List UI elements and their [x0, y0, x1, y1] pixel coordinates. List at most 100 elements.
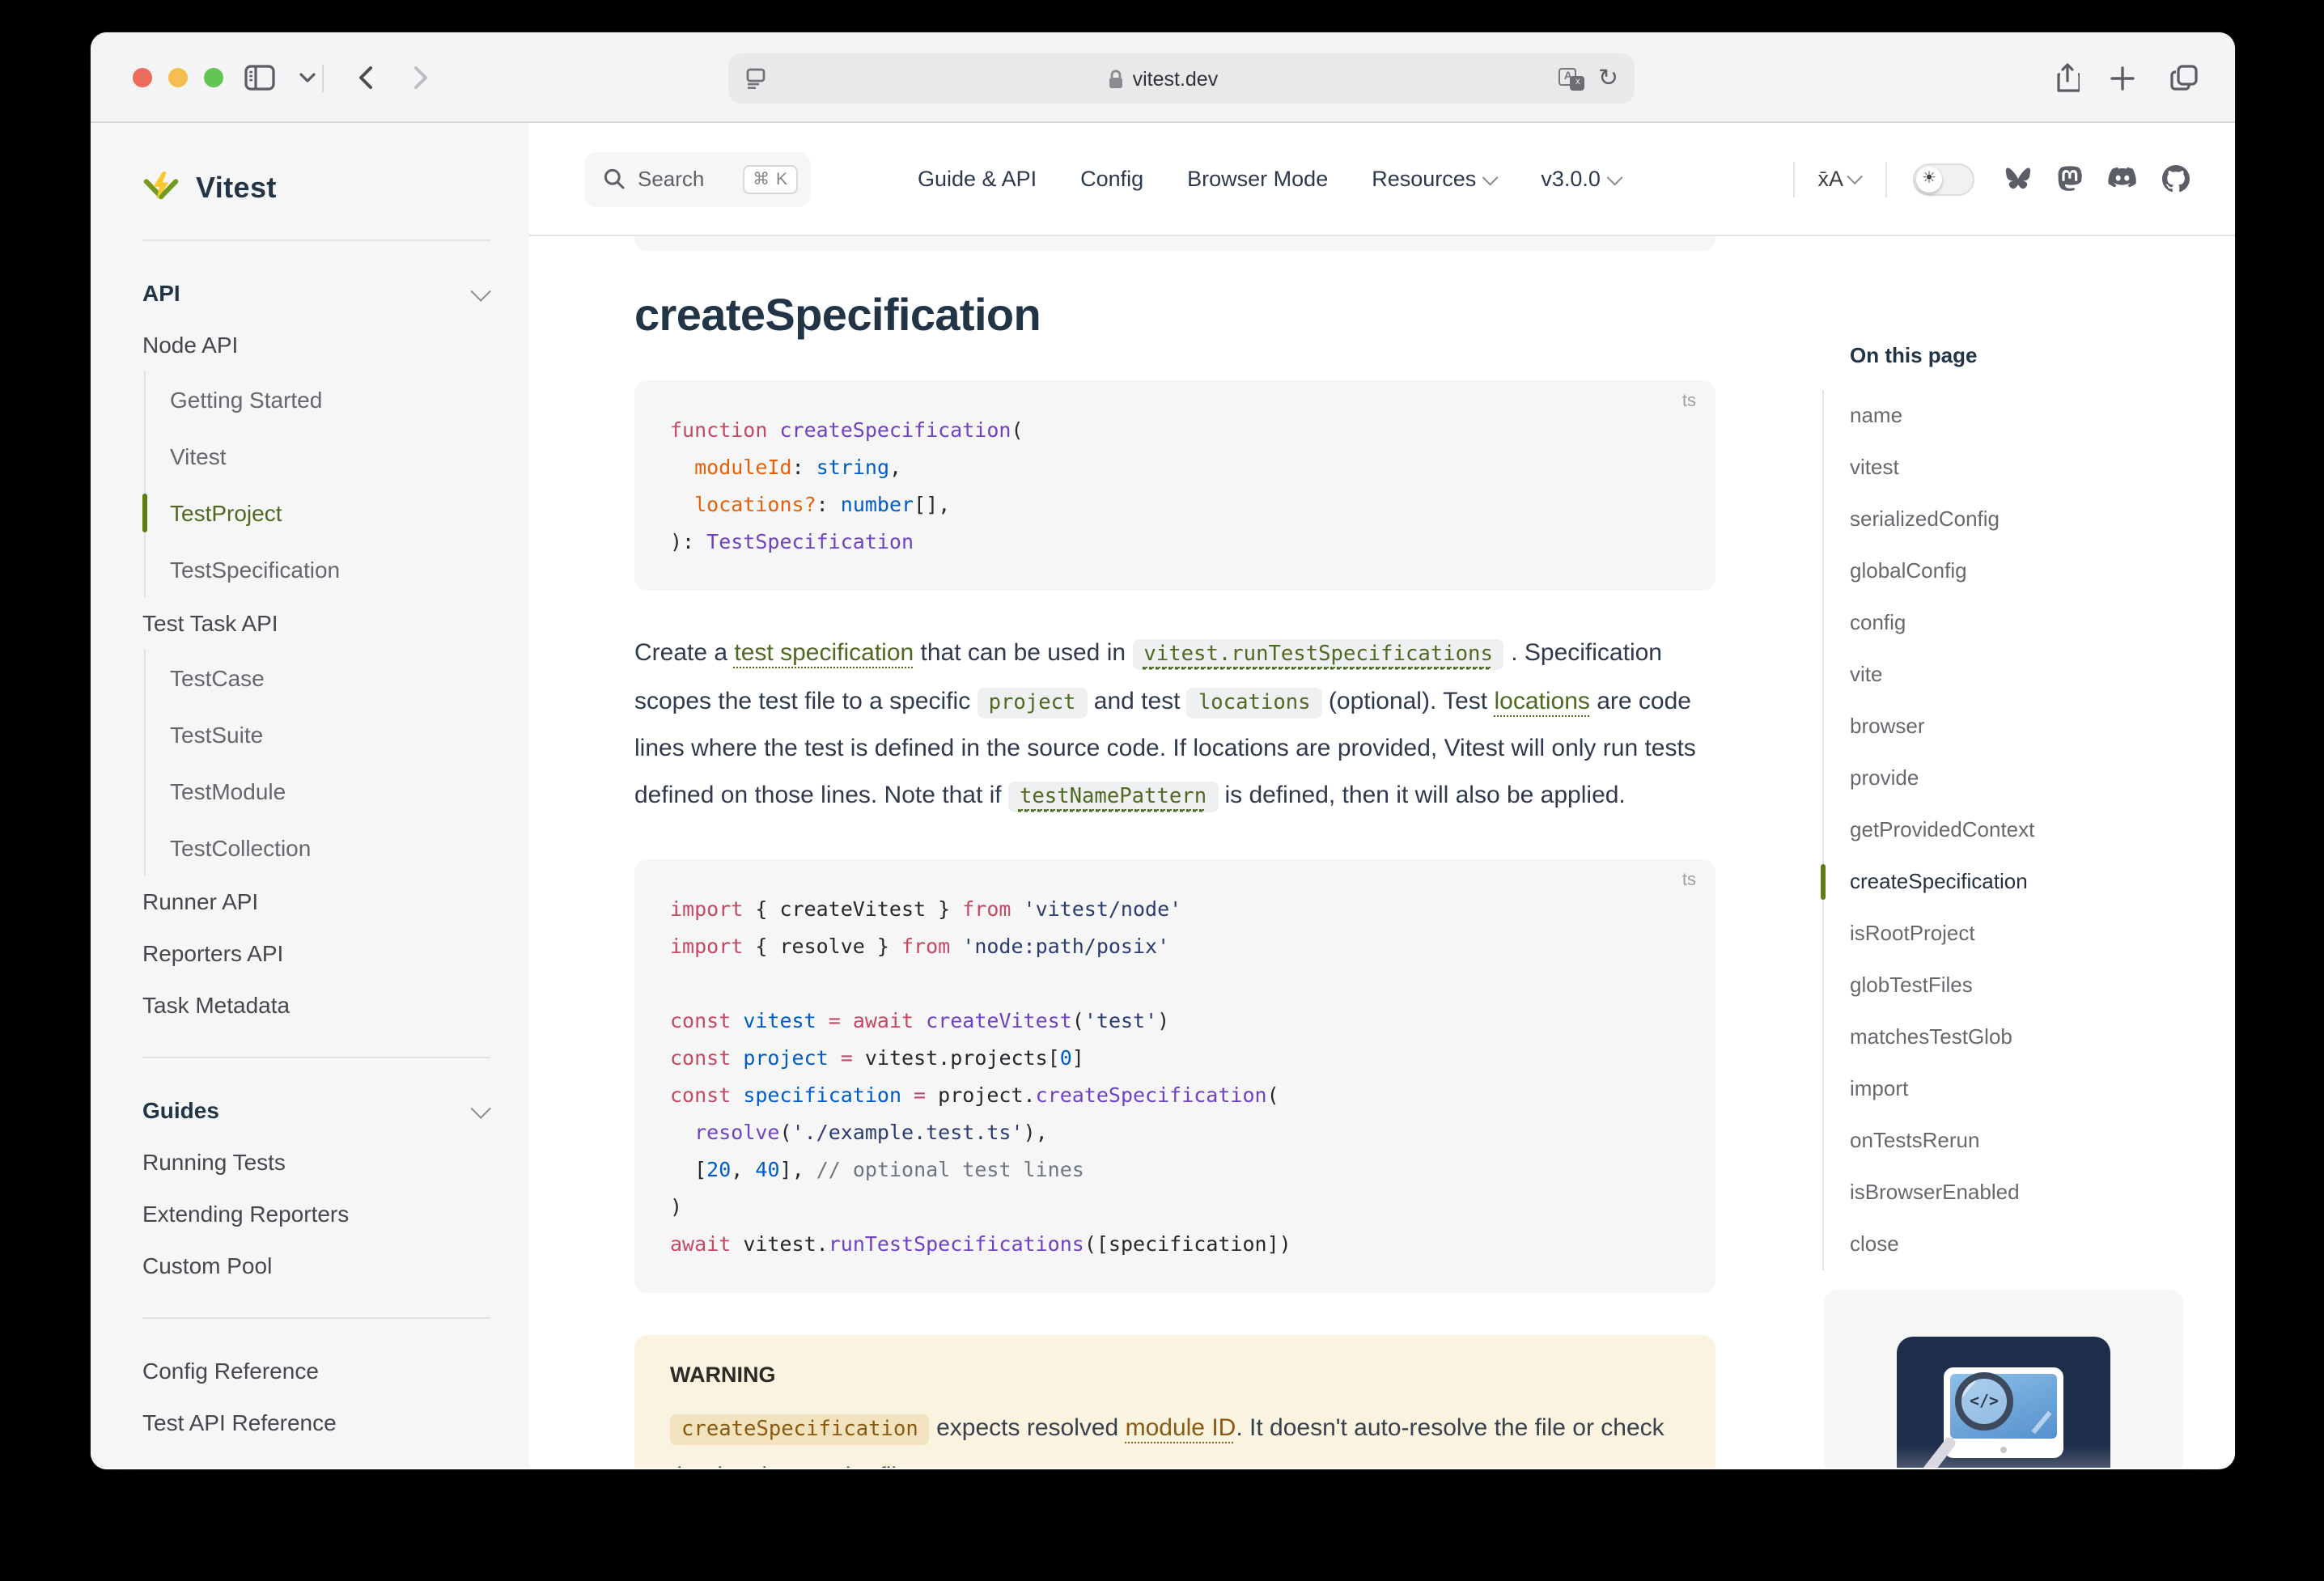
- toc-item-provide[interactable]: provide: [1824, 752, 2198, 804]
- forward-button[interactable]: [398, 55, 443, 100]
- sidebar-divider: [142, 1057, 490, 1058]
- nav-link-label: Guide & API: [918, 167, 1037, 191]
- nav-link-config[interactable]: Config: [1080, 167, 1143, 191]
- on-this-page: On this page namevitestserializedConfigg…: [1822, 236, 2198, 1468]
- reader-view-icon[interactable]: [728, 68, 767, 89]
- nav-link-v3.0.0[interactable]: v3.0.0: [1541, 167, 1622, 191]
- sidebar-item-testmodule[interactable]: TestModule: [170, 762, 490, 819]
- sidebar-item-label: Test API Reference: [142, 1409, 337, 1435]
- search-shortcut: ⌘ K: [743, 164, 798, 193]
- sun-icon: ☀: [1916, 166, 1942, 192]
- warning-title: WARNING: [670, 1363, 1680, 1387]
- sidebar-item-runner-api[interactable]: Runner API: [142, 875, 490, 927]
- back-button[interactable]: [341, 55, 387, 100]
- tab-overview-icon[interactable]: [2161, 55, 2206, 100]
- nav-link-label: Config: [1080, 167, 1143, 191]
- reload-icon[interactable]: ↻: [1598, 66, 1618, 91]
- toc-item-createspecification[interactable]: createSpecification: [1824, 856, 2198, 908]
- sidebar-item-vitest[interactable]: Vitest: [170, 427, 490, 484]
- chevron-down-icon: [1482, 170, 1499, 186]
- toc-item-isrootproject[interactable]: isRootProject: [1824, 908, 2198, 960]
- toc-item-ontestsrerun[interactable]: onTestsRerun: [1824, 1115, 2198, 1167]
- toolbar-divider: [322, 65, 324, 92]
- code-block-example[interactable]: ts import { createVitest } from 'vitest/…: [634, 859, 1715, 1293]
- bluesky-icon[interactable]: [2004, 166, 2033, 192]
- inline-code: testNamePattern: [1008, 781, 1218, 812]
- chevron-down-icon: [470, 1097, 490, 1117]
- sidebar-item-label: Vitest: [170, 443, 227, 468]
- sidebar-item-testproject[interactable]: TestProject: [170, 484, 490, 540]
- sidebar-item-testcollection[interactable]: TestCollection: [170, 819, 490, 875]
- active-indicator: [142, 493, 147, 532]
- nav-link-resources[interactable]: Resources: [1372, 167, 1497, 191]
- search-label: Search: [638, 167, 730, 191]
- toc-item-config[interactable]: config: [1824, 597, 2198, 649]
- sidebar-item-label: TestCollection: [170, 834, 311, 860]
- code-block-signature[interactable]: ts function createSpecification( moduleI…: [634, 380, 1715, 591]
- inline-code-link[interactable]: testNamePattern: [1008, 781, 1218, 808]
- sidebar-item-node-api[interactable]: Node API: [142, 319, 490, 371]
- toc-item-import[interactable]: import: [1824, 1063, 2198, 1115]
- sidebar-item-custom-pool[interactable]: Custom Pool: [142, 1240, 490, 1291]
- nav-link-guide-api[interactable]: Guide & API: [918, 167, 1037, 191]
- close-window-button[interactable]: [133, 68, 152, 87]
- toc-item-name[interactable]: name: [1824, 390, 2198, 442]
- share-icon[interactable]: [2044, 55, 2089, 100]
- sidebar-item-testsuite[interactable]: TestSuite: [170, 706, 490, 762]
- text-link[interactable]: locations: [1494, 687, 1589, 714]
- sidebar-toggle-icon[interactable]: [236, 55, 282, 100]
- toc-item-matchestestglob[interactable]: matchesTestGlob: [1824, 1011, 2198, 1063]
- inline-code: vitest.runTestSpecifications: [1132, 639, 1503, 670]
- sidebar-item-label: Extending Reporters: [142, 1201, 349, 1227]
- brand[interactable]: Vitest: [142, 162, 490, 214]
- toc-item-serializedconfig[interactable]: serializedConfig: [1824, 494, 2198, 545]
- sidebar-item-label: Getting Started: [170, 386, 322, 412]
- nav-link-browser-mode[interactable]: Browser Mode: [1187, 167, 1328, 191]
- code-lang-badge: ts: [1682, 871, 1696, 890]
- zoom-window-button[interactable]: [204, 68, 223, 87]
- sidebar-group-api[interactable]: API: [142, 267, 490, 319]
- toc-item-browser[interactable]: browser: [1824, 701, 2198, 752]
- toc-item-vitest[interactable]: vitest: [1824, 442, 2198, 494]
- text-link[interactable]: test specification: [734, 639, 914, 667]
- sidebar-item-testcase[interactable]: TestCase: [170, 649, 490, 706]
- new-tab-icon[interactable]: [2099, 55, 2144, 100]
- discord-icon[interactable]: [2107, 167, 2138, 191]
- sidebar-nested-group: TestCaseTestSuiteTestModule TestCollectio…: [144, 649, 490, 875]
- toc-item-globtestfiles[interactable]: globTestFiles: [1824, 960, 2198, 1011]
- sidebar-item-label: Node API: [142, 332, 238, 358]
- sidebar-item-label: TestSpecification: [170, 556, 340, 582]
- toc-item-close[interactable]: close: [1824, 1219, 2198, 1270]
- sidebar-item-test-api-reference[interactable]: Test API Reference: [142, 1397, 490, 1448]
- address-bar[interactable]: vitest.dev Ax ↻: [728, 53, 1635, 104]
- sidebar-item-label: Reporters API: [142, 940, 283, 966]
- toc-item-getprovidedcontext[interactable]: getProvidedContext: [1824, 804, 2198, 856]
- minimize-window-button[interactable]: [168, 68, 188, 87]
- sidebar-item-reporters-api[interactable]: Reporters API: [142, 927, 490, 979]
- sidebar-item-getting started[interactable]: Getting Started: [170, 371, 490, 427]
- sidebar: Vitest API Node API Getting Started Vitest T…: [91, 123, 529, 1468]
- text-link[interactable]: module ID: [1126, 1414, 1236, 1442]
- inline-code-link[interactable]: vitest.runTestSpecifications: [1132, 639, 1503, 667]
- brand-name: Vitest: [196, 171, 277, 205]
- sidebar-item-config-reference[interactable]: Config Reference: [142, 1345, 490, 1397]
- sidebar-item-label: Task Metadata: [142, 992, 290, 1018]
- language-menu[interactable]: x̄A: [1817, 167, 1863, 191]
- sidebar-item-testspecification[interactable]: TestSpecification: [170, 540, 490, 597]
- search-box[interactable]: Search ⌘ K: [584, 151, 811, 206]
- github-icon[interactable]: [2162, 165, 2190, 193]
- toc-item-globalconfig[interactable]: globalConfig: [1824, 545, 2198, 597]
- sidebar-item-task-metadata[interactable]: Task Metadata: [142, 979, 490, 1031]
- mastodon-icon[interactable]: [2057, 165, 2083, 193]
- sidebar-item-extending-reporters[interactable]: Extending Reporters: [142, 1188, 490, 1240]
- nav-link-label: v3.0.0: [1541, 167, 1601, 191]
- toc-item-vite[interactable]: vite: [1824, 649, 2198, 701]
- theme-toggle[interactable]: ☀: [1913, 163, 1974, 195]
- sidebar-item-test-task-api[interactable]: Test Task API: [142, 597, 490, 649]
- sidebar-item-running-tests[interactable]: Running Tests: [142, 1136, 490, 1188]
- translate-page-icon[interactable]: Ax: [1559, 67, 1585, 90]
- toc-item-isbrowserenabled[interactable]: isBrowserEnabled: [1824, 1167, 2198, 1219]
- chevron-down-icon: [1607, 170, 1623, 186]
- sponsor-card[interactable]: </>: [1824, 1290, 2183, 1468]
- sidebar-group-guides[interactable]: Guides: [142, 1084, 490, 1136]
